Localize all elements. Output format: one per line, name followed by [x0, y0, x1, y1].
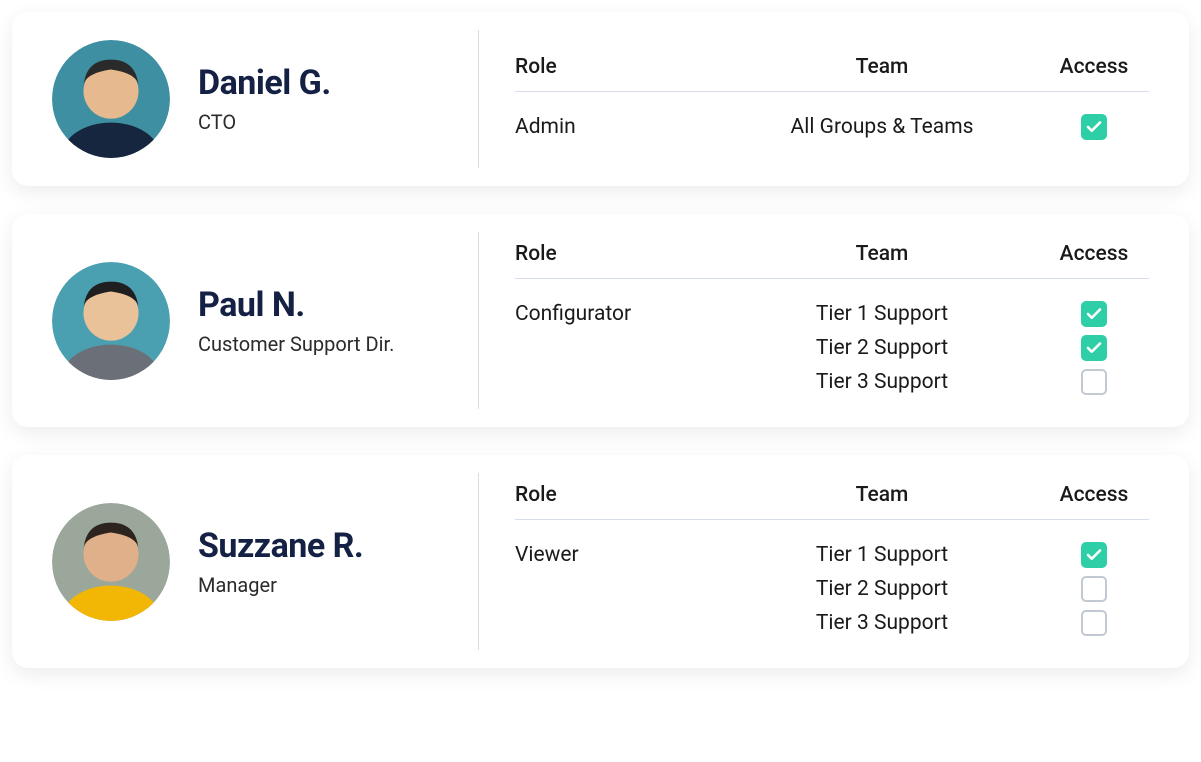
avatar: [52, 503, 170, 621]
access-row: Tier 3 Support: [515, 606, 1149, 640]
header-access: Access: [1039, 55, 1149, 79]
user-card: Suzzane R. Manager Role Team Access View…: [12, 455, 1189, 668]
table-header: Role Team Access: [515, 483, 1149, 520]
header-role: Role: [515, 55, 725, 79]
table-body: Configurator Tier 1 Support Tier 2 Suppo…: [515, 297, 1149, 399]
access-row: Tier 3 Support: [515, 365, 1149, 399]
team-value: Tier 3 Support: [725, 611, 1039, 635]
access-row: Viewer Tier 1 Support: [515, 538, 1149, 572]
table-body: Admin All Groups & Teams: [515, 110, 1149, 144]
person-title: CTO: [198, 109, 331, 135]
access-row: Tier 2 Support: [515, 572, 1149, 606]
team-value: Tier 3 Support: [725, 370, 1039, 394]
access-row: Admin All Groups & Teams: [515, 110, 1149, 144]
table-header: Role Team Access: [515, 55, 1149, 92]
access-checkbox-unchecked[interactable]: [1081, 610, 1107, 636]
team-value: Tier 1 Support: [725, 543, 1039, 567]
header-role: Role: [515, 483, 725, 507]
details-table: Role Team Access Configurator Tier 1 Sup…: [515, 242, 1149, 399]
access-checkbox-checked[interactable]: [1081, 301, 1107, 327]
role-value: Admin: [515, 115, 725, 139]
table-body: Viewer Tier 1 Support Tier 2 Support Tie…: [515, 538, 1149, 640]
access-cell: [1039, 114, 1149, 140]
team-value: All Groups & Teams: [725, 115, 1039, 139]
team-value: Tier 2 Support: [725, 336, 1039, 360]
access-row: Configurator Tier 1 Support: [515, 297, 1149, 331]
access-cell: [1039, 369, 1149, 395]
person-block: Paul N. Customer Support Dir.: [52, 262, 442, 380]
person-title: Manager: [198, 572, 363, 598]
name-block: Suzzane R. Manager: [198, 526, 363, 598]
vertical-divider: [478, 473, 479, 650]
access-checkbox-unchecked[interactable]: [1081, 576, 1107, 602]
header-team: Team: [725, 483, 1039, 507]
access-row: Tier 2 Support: [515, 331, 1149, 365]
access-cell: [1039, 542, 1149, 568]
name-block: Daniel G. CTO: [198, 63, 331, 135]
name-block: Paul N. Customer Support Dir.: [198, 285, 394, 357]
header-access: Access: [1039, 483, 1149, 507]
access-checkbox-unchecked[interactable]: [1081, 369, 1107, 395]
person-name: Daniel G.: [198, 63, 331, 103]
access-checkbox-checked[interactable]: [1081, 114, 1107, 140]
table-header: Role Team Access: [515, 242, 1149, 279]
user-card: Daniel G. CTO Role Team Access Admin All…: [12, 12, 1189, 186]
header-team: Team: [725, 242, 1039, 266]
access-cell: [1039, 335, 1149, 361]
details-table: Role Team Access Admin All Groups & Team…: [515, 55, 1149, 144]
access-checkbox-checked[interactable]: [1081, 335, 1107, 361]
person-block: Suzzane R. Manager: [52, 503, 442, 621]
access-cell: [1039, 610, 1149, 636]
vertical-divider: [478, 30, 479, 168]
access-cell: [1039, 301, 1149, 327]
access-cell: [1039, 576, 1149, 602]
access-checkbox-checked[interactable]: [1081, 542, 1107, 568]
person-name: Paul N.: [198, 285, 394, 325]
person-block: Daniel G. CTO: [52, 40, 442, 158]
person-name: Suzzane R.: [198, 526, 363, 566]
team-value: Tier 2 Support: [725, 577, 1039, 601]
details-table: Role Team Access Viewer Tier 1 Support T…: [515, 483, 1149, 640]
header-role: Role: [515, 242, 725, 266]
header-team: Team: [725, 55, 1039, 79]
vertical-divider: [478, 232, 479, 409]
role-value: Configurator: [515, 302, 725, 326]
user-card: Paul N. Customer Support Dir. Role Team …: [12, 214, 1189, 427]
team-value: Tier 1 Support: [725, 302, 1039, 326]
header-access: Access: [1039, 242, 1149, 266]
avatar: [52, 262, 170, 380]
avatar: [52, 40, 170, 158]
role-value: Viewer: [515, 543, 725, 567]
person-title: Customer Support Dir.: [198, 331, 394, 357]
